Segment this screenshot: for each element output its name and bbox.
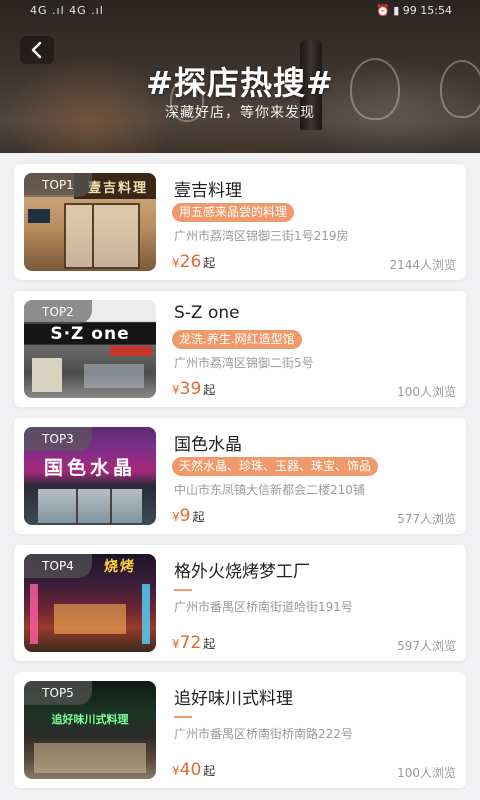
shop-thumbnail: 壹吉料理 TOP1 <box>24 173 156 271</box>
shop-address: 广州市荔湾区锦御二街5号 <box>174 356 314 370</box>
chevron-left-icon <box>31 41 42 59</box>
signal-indicators: 4G .ıl 4G .ıl <box>30 4 104 17</box>
currency-symbol: ¥ <box>172 256 180 270</box>
price-suffix: 起 <box>203 383 216 397</box>
shop-address: 广州市番禺区桥南街道哈街191号 <box>174 600 353 614</box>
shop-address: 广州市番禺区桥南街桥南路222号 <box>174 727 353 741</box>
status-right: ⏰ ▮ 99 15:54 <box>376 4 452 17</box>
shop-address: 广州市荔湾区锦御三街1号219房 <box>174 229 349 243</box>
shop-price: ¥72 起 <box>172 633 215 653</box>
status-bar: 4G .ıl 4G .ıl ⏰ ▮ 99 15:54 <box>0 0 480 22</box>
price-suffix: 起 <box>203 637 216 651</box>
shop-list: 壹吉料理 TOP1 壹吉料理 用五感来品尝的料理 广州市荔湾区锦御三街1号219… <box>14 164 466 799</box>
rank-badge: TOP3 <box>24 427 92 451</box>
currency-symbol: ¥ <box>172 764 180 778</box>
shop-price: ¥39 起 <box>172 379 215 399</box>
view-count: 577人浏览 <box>397 512 456 526</box>
shop-tag: 龙洗.养生.网红造型馆 <box>172 330 302 349</box>
shop-thumbnail: 国色水晶 TOP3 <box>24 427 156 525</box>
header-banner: 4G .ıl 4G .ıl ⏰ ▮ 99 15:54 #探店热搜# 深藏好店，等… <box>0 0 480 153</box>
view-count: 100人浏览 <box>397 385 456 399</box>
page-title: #探店热搜# <box>146 64 334 102</box>
shop-name: 格外火烧烤梦工厂 <box>174 562 310 582</box>
shop-price: ¥26 起 <box>172 252 215 272</box>
shop-address: 中山市东凤镇大信新都会二楼210铺 <box>174 483 365 497</box>
price-value: 9 <box>179 506 191 526</box>
currency-symbol: ¥ <box>172 637 180 651</box>
shop-tag: 天然水晶、珍珠、玉器、珠宝、饰品 <box>172 457 379 476</box>
shop-card[interactable]: S·Z one TOP2 S-Z one 龙洗.养生.网红造型馆 广州市荔湾区锦… <box>14 291 466 407</box>
view-count: 2144人浏览 <box>389 258 456 272</box>
shop-sign: 国色水晶 <box>43 457 136 479</box>
price-suffix: 起 <box>203 764 216 778</box>
shop-thumbnail: 追好味川式料理 TOP5 <box>24 681 156 779</box>
shop-name: 壹吉料理 <box>174 181 242 201</box>
shop-price: ¥9 起 <box>172 506 204 526</box>
currency-symbol: ¥ <box>172 383 180 397</box>
title-underline <box>174 716 192 718</box>
page-subtitle: 深藏好店，等你来发现 <box>165 105 315 121</box>
shop-name: S-Z one <box>174 303 240 323</box>
view-count: 100人浏览 <box>397 766 456 780</box>
currency-symbol: ¥ <box>172 510 180 524</box>
rank-badge: TOP4 <box>24 554 92 578</box>
shop-name: 追好味川式料理 <box>174 689 293 709</box>
shop-card[interactable]: 国色水晶 TOP3 国色水晶 天然水晶、珍珠、玉器、珠宝、饰品 中山市东凤镇大信… <box>14 418 466 534</box>
shop-name: 国色水晶 <box>174 435 242 455</box>
shop-thumbnail: 烧烤 TOP4 <box>24 554 156 652</box>
shop-card[interactable]: 烧烤 TOP4 格外火烧烤梦工厂 广州市番禺区桥南街道哈街191号 ¥72 起 5… <box>14 545 466 661</box>
shop-card[interactable]: 追好味川式料理 TOP5 追好味川式料理 广州市番禺区桥南街桥南路222号 ¥4… <box>14 672 466 788</box>
rank-badge: TOP2 <box>24 300 92 324</box>
shop-sign: S·Z one <box>50 324 130 344</box>
price-suffix: 起 <box>192 510 205 524</box>
rank-badge: TOP5 <box>24 681 92 705</box>
price-value: 26 <box>179 252 202 272</box>
view-count: 597人浏览 <box>397 639 456 653</box>
shop-card[interactable]: 壹吉料理 TOP1 壹吉料理 用五感来品尝的料理 广州市荔湾区锦御三街1号219… <box>14 164 466 280</box>
price-suffix: 起 <box>203 256 216 270</box>
price-value: 72 <box>179 633 202 653</box>
rank-badge: TOP1 <box>24 173 92 197</box>
shop-thumbnail: S·Z one TOP2 <box>24 300 156 398</box>
shop-tag: 用五感来品尝的料理 <box>172 203 295 222</box>
price-value: 40 <box>179 760 202 780</box>
price-value: 39 <box>179 379 202 399</box>
shop-price: ¥40 起 <box>172 760 215 780</box>
shop-sign: 追好味川式料理 <box>51 713 129 726</box>
title-underline <box>174 589 192 591</box>
